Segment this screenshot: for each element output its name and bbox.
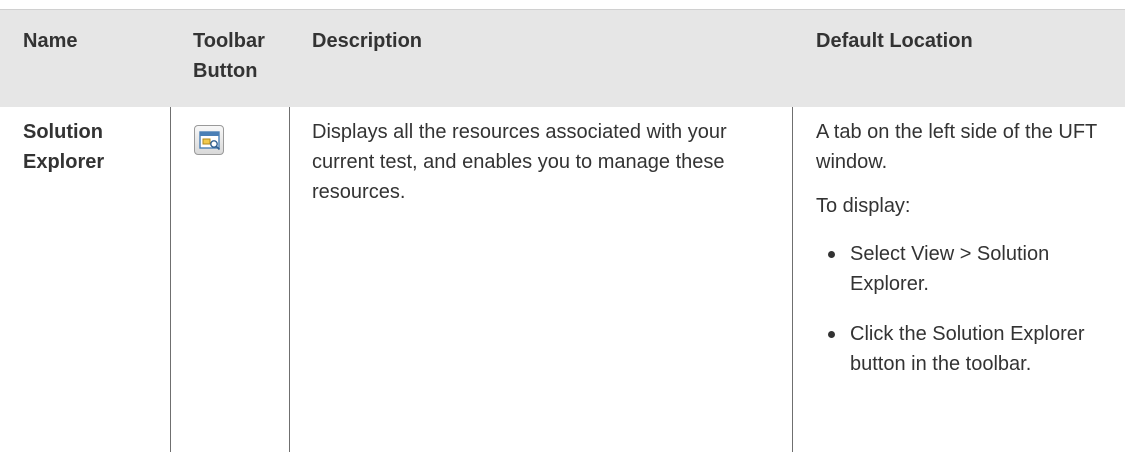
list-item: Select View > Solution Explorer. <box>816 239 1116 299</box>
header-default-location: Default Location <box>816 30 973 52</box>
row-description: Displays all the resources associated wi… <box>312 121 727 203</box>
header-toolbar-button: Toolbar Button <box>193 30 265 82</box>
column-divider <box>170 107 171 452</box>
bullet-icon <box>828 331 835 338</box>
column-divider <box>289 107 290 452</box>
table-header-row <box>0 10 1125 107</box>
location-display-label: To display: <box>816 195 911 217</box>
step-text: Select View > Solution Explorer. <box>850 243 1050 295</box>
location-intro: A tab on the left side of the UFT window… <box>816 121 1097 173</box>
header-description: Description <box>312 30 423 52</box>
row-name: Solution Explorer <box>23 121 105 173</box>
solution-explorer-icon <box>194 125 224 155</box>
column-divider <box>792 107 793 452</box>
bullet-icon <box>828 251 835 258</box>
row-default-location: A tab on the left side of the UFT window… <box>816 117 1116 399</box>
location-steps-list: Select View > Solution Explorer. Click t… <box>816 239 1116 379</box>
documentation-table: Name Toolbar Button Description Default … <box>0 0 1125 452</box>
step-text: Click the Solution Explorer button in th… <box>850 323 1085 375</box>
list-item: Click the Solution Explorer button in th… <box>816 319 1116 379</box>
header-name: Name <box>23 30 78 52</box>
